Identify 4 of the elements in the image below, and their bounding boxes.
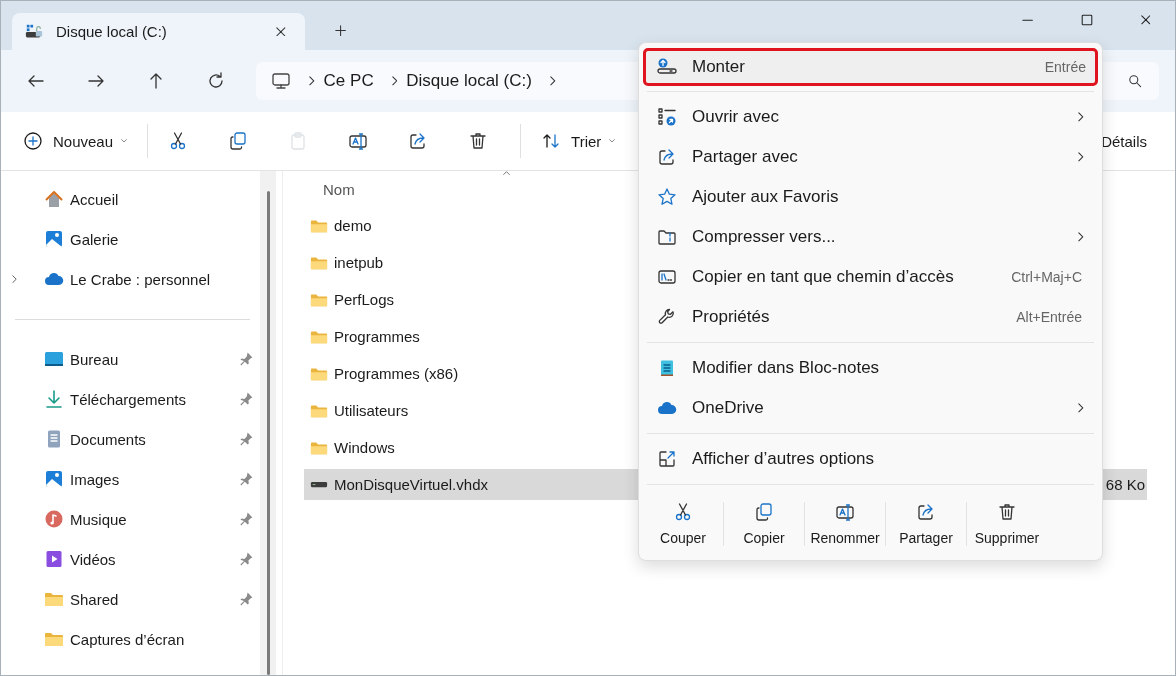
- shortcut-label: Entrée: [1044, 59, 1087, 75]
- file-size: 68 Ko: [1105, 476, 1146, 493]
- shortcut-label: Ctrl+Maj+C: [1011, 269, 1083, 285]
- shortcut-label: Alt+Entrée: [1016, 309, 1083, 325]
